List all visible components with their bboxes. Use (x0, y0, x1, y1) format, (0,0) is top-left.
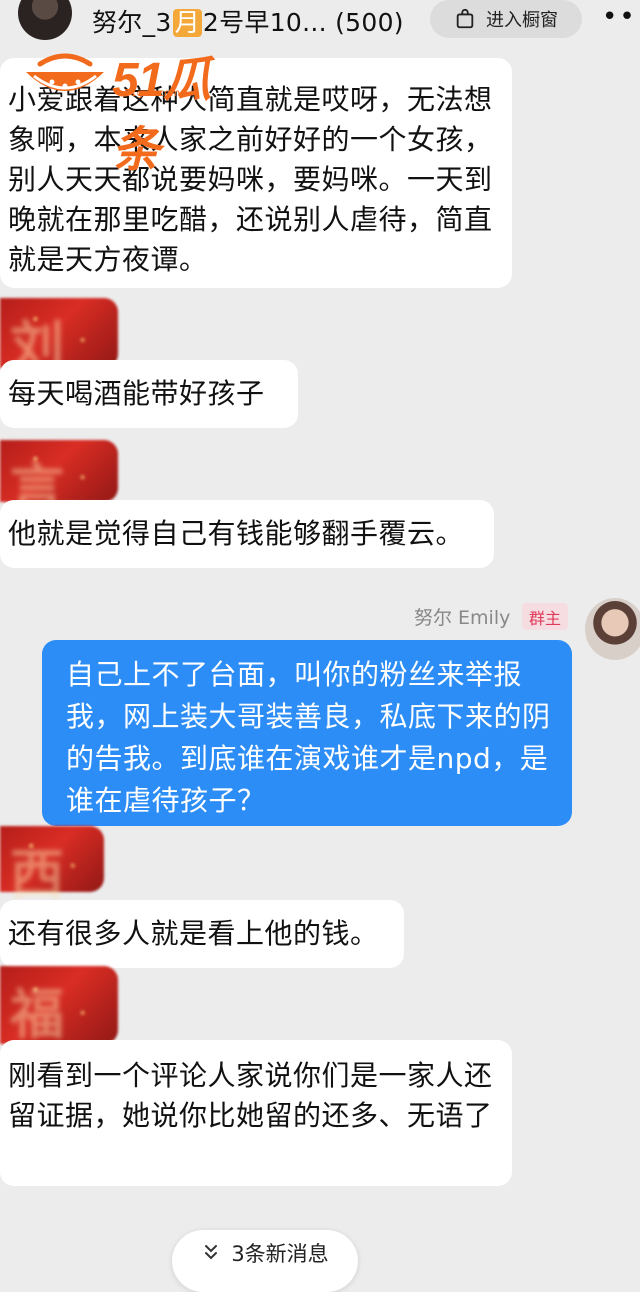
sender-avatar[interactable]: 言 (0, 440, 118, 520)
chat-header: 努尔_3月2号早10... (500) 进入橱窗 ••• (0, 0, 640, 42)
sender-name: 努尔 Emily (414, 607, 511, 629)
enter-window-button[interactable]: 进入橱窗 (430, 0, 582, 38)
message-bubble[interactable]: 他就是觉得自己有钱能够翻手覆云。 (0, 500, 494, 568)
own-avatar[interactable] (585, 598, 640, 660)
more-options-icon[interactable]: ••• (602, 4, 640, 30)
message-text: 小爱跟着这种人简直就是哎呀，无法想象啊，本来人家之前好好的一个女孩，别人天天都说… (8, 83, 493, 276)
title-suffix: 2号早10... (500) (202, 8, 404, 37)
sender-avatar[interactable]: 福 (0, 966, 118, 1046)
sender-avatar[interactable]: 刘 (0, 298, 118, 378)
new-messages-label: 3条新消息 (231, 1242, 329, 1266)
chat-title[interactable]: 努尔_3 月 2号早10... (500) (92, 3, 404, 39)
new-messages-button[interactable]: 3条新消息 (172, 1230, 358, 1292)
watermark-text: 51瓜条 (112, 54, 211, 177)
shopping-bag-icon (456, 8, 474, 29)
own-message-bubble[interactable]: 自己上不了台面，叫你的粉丝来举报我，网上装大哥装善良，私底下来的阴的告我。到底谁… (42, 640, 572, 826)
double-chevron-down-icon (205, 1245, 218, 1260)
group-owner-badge: 群主 (522, 603, 568, 630)
message-text: 自己上不了台面，叫你的粉丝来举报我，网上装大哥装善良，私底下来的阴的告我。到底谁… (66, 658, 551, 817)
avatar-decoration: 福 (10, 983, 64, 1046)
watermark-subtext: 51gua.com (124, 88, 181, 99)
message-text: 还有很多人就是看上他的钱。 (8, 917, 379, 950)
message-bubble[interactable]: 还有很多人就是看上他的钱。 (0, 900, 404, 968)
watermark-melon-icon (26, 53, 104, 91)
message-text: 每天喝酒能带好孩子 (8, 377, 265, 410)
message-bubble[interactable]: 刚看到一个评论人家说你们是一家人还留证据，她说你比她留的还多、无语了 (0, 1040, 512, 1186)
sender-avatar[interactable]: 西 (0, 826, 104, 906)
title-prefix: 努尔_3 (92, 8, 172, 37)
message-bubble[interactable]: 每天喝酒能带好孩子 (0, 360, 298, 428)
title-highlight: 月 (172, 8, 202, 37)
group-avatar[interactable] (18, 0, 72, 40)
message-text: 刚看到一个评论人家说你们是一家人还留证据，她说你比她留的还多、无语了 (8, 1059, 493, 1132)
enter-window-label: 进入橱窗 (486, 10, 558, 31)
watermark-logo: 51瓜条 51gua.com (20, 46, 250, 177)
avatar-decoration: 西 (10, 843, 64, 906)
message-text: 他就是觉得自己有钱能够翻手覆云。 (8, 517, 465, 550)
